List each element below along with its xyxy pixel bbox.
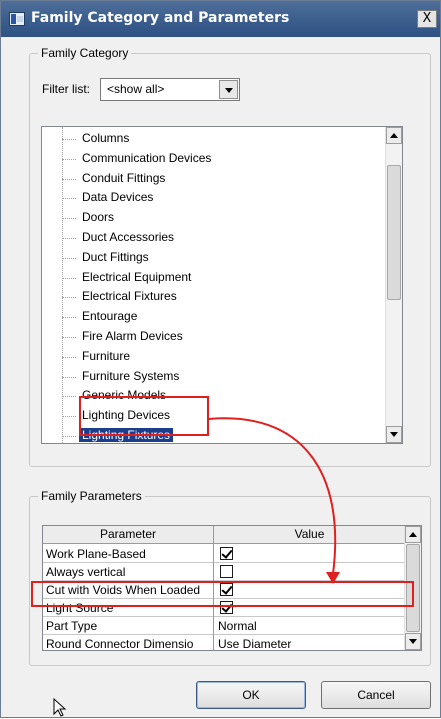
callout-arrow: [208, 417, 340, 584]
family-category-dialog: Family Category and Parameters X Family …: [0, 0, 441, 718]
mouse-pointer-icon: [53, 698, 67, 717]
